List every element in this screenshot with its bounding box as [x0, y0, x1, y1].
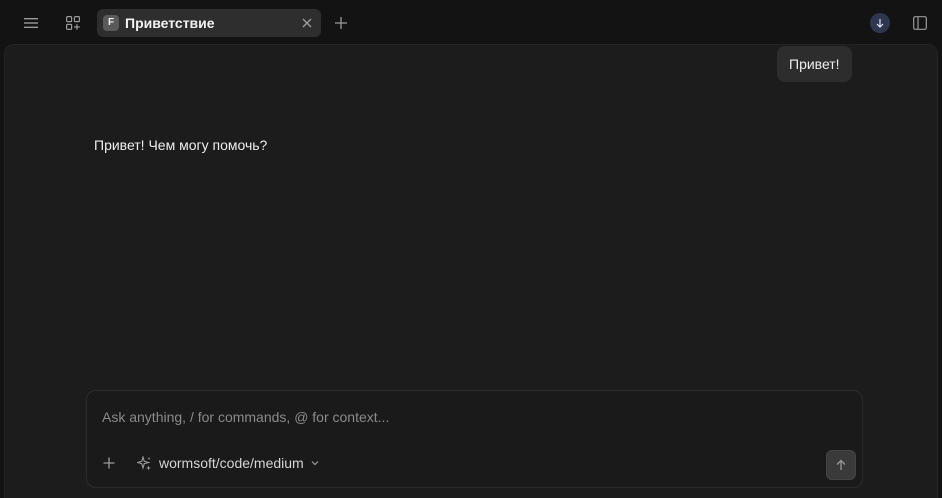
sparkles-icon — [137, 455, 152, 471]
tab-greeting[interactable]: F Приветствие — [97, 9, 321, 37]
hamburger-menu-icon[interactable] — [17, 9, 45, 37]
chat-input[interactable] — [102, 405, 842, 429]
app-window: F Приветствие Привет! Привет! Чем могу п… — [0, 0, 942, 498]
top-bar: F Приветствие — [0, 0, 942, 44]
tab-badge: F — [103, 15, 119, 31]
sidebar-panel-icon[interactable] — [906, 9, 934, 37]
chevron-down-icon — [311, 460, 319, 466]
assistant-message: Привет! Чем могу помочь? — [94, 137, 268, 153]
send-button[interactable] — [826, 450, 856, 480]
download-arrow-down-icon[interactable] — [870, 13, 890, 33]
model-selector[interactable]: wormsoft/code/medium — [137, 453, 319, 473]
close-icon[interactable] — [299, 15, 315, 31]
attach-plus-icon[interactable] — [99, 453, 119, 473]
chat-panel: Привет! Привет! Чем могу помочь? wormsof… — [4, 44, 938, 498]
arrow-up-icon — [835, 459, 847, 471]
user-message-bubble: Привет! — [777, 46, 852, 82]
new-tab-plus-icon[interactable] — [327, 9, 355, 37]
model-label: wormsoft/code/medium — [159, 455, 304, 471]
apps-grid-icon[interactable] — [59, 9, 87, 37]
composer: wormsoft/code/medium — [86, 390, 863, 488]
tab-title: Приветствие — [125, 15, 215, 31]
